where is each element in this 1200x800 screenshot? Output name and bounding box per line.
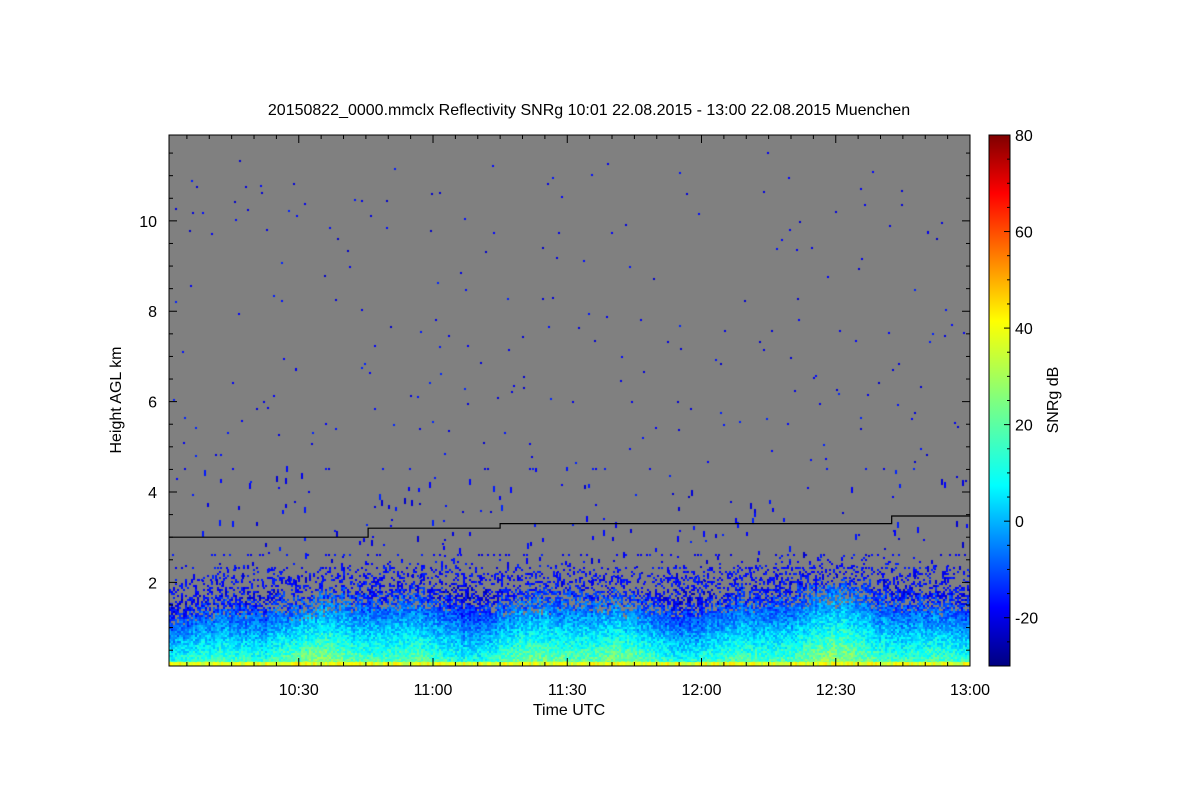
colorbar-tick-label: 40 xyxy=(1015,321,1033,338)
colorbar-tick-label: 80 xyxy=(1015,128,1033,145)
colorbar: -20 0 20 40 60 80 xyxy=(988,128,1038,667)
colorbar-gradient xyxy=(988,134,1011,667)
y-axis-label: Height AGL km xyxy=(108,346,125,453)
radar-chart: 20150822_0000.mmclx Reflectivity SNRg 10… xyxy=(108,102,1062,719)
plot-area xyxy=(168,134,971,667)
y-tick-label: 2 xyxy=(148,575,157,592)
x-tick-label: 10:30 xyxy=(279,682,319,699)
colorbar-label: SNRg dB xyxy=(1045,367,1062,434)
colorbar-tick-label: 0 xyxy=(1015,514,1024,531)
y-tick-label: 10 xyxy=(139,214,157,231)
y-tick-label: 8 xyxy=(148,304,157,321)
x-tick-label: 12:00 xyxy=(681,682,721,699)
x-tick-label: 12:30 xyxy=(816,682,856,699)
x-tick-label: 11:00 xyxy=(414,682,453,699)
radar-echoes xyxy=(169,135,970,666)
chart-title: 20150822_0000.mmclx Reflectivity SNRg 10… xyxy=(268,102,910,119)
colorbar-tick-label: 20 xyxy=(1015,418,1033,435)
x-axis-label: Time UTC xyxy=(533,702,605,719)
echo-image xyxy=(169,135,970,666)
colorbar-tick-label: -20 xyxy=(1015,611,1038,628)
colorbar-tick-label: 60 xyxy=(1015,225,1033,242)
x-tick-label: 13:00 xyxy=(950,682,990,699)
x-tick-label: 11:30 xyxy=(548,682,587,699)
y-tick-label: 6 xyxy=(148,395,157,412)
y-tick-label: 4 xyxy=(148,485,157,502)
